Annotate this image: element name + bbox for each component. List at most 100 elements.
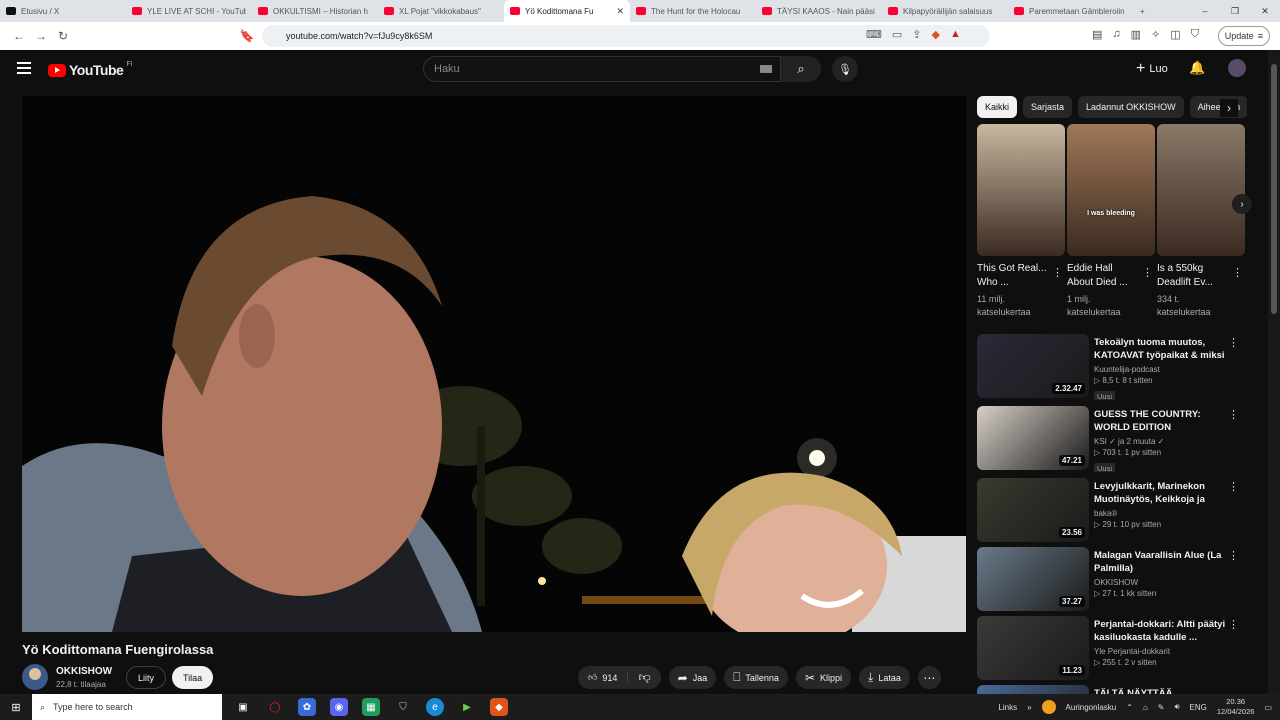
short-thumbnail[interactable] — [1157, 124, 1245, 256]
short-thumbnail[interactable] — [977, 124, 1065, 256]
share-button[interactable]: ➦ Jaa — [668, 666, 717, 689]
related-video[interactable]: 47.21 GUESS THE COUNTRY: WORLD EDITION K… — [977, 406, 1247, 472]
more-actions-button[interactable]: ⋯ — [917, 666, 941, 689]
edge-icon[interactable]: e — [426, 698, 444, 716]
language-indicator[interactable]: ENG — [1190, 703, 1207, 712]
minimize-icon[interactable]: – — [1190, 0, 1220, 22]
brave-shield-icon[interactable]: ◆ — [932, 28, 940, 41]
chevron-right-icon[interactable]: › — [1220, 99, 1238, 117]
filter-chip[interactable]: Kaikki — [977, 96, 1018, 118]
weather-label[interactable]: Auringonlasku — [1066, 703, 1117, 712]
related-video[interactable]: 23.56 Levyjulkkarit, Marinekon Muotinäyt… — [977, 478, 1247, 544]
save-button[interactable]: ⎕ Tallenna — [724, 666, 788, 689]
video-player[interactable] — [22, 96, 966, 632]
taskbar-search-input[interactable]: ⌕ Type here to search — [32, 694, 222, 720]
related-channel[interactable]: Yle Perjantai-dokkarit — [1094, 646, 1230, 657]
page-scrollbar[interactable] — [1268, 50, 1280, 694]
rewards-icon[interactable]: ▲ — [950, 28, 961, 41]
more-vert-icon[interactable]: ⋮ — [1052, 266, 1063, 279]
more-vert-icon[interactable]: ⋮ — [1228, 618, 1239, 631]
more-vert-icon[interactable]: ⋮ — [1228, 549, 1239, 562]
keyboard-icon[interactable] — [760, 65, 772, 73]
task-view-icon[interactable]: ▣ — [234, 698, 252, 716]
update-button[interactable]: Update ≡ — [1217, 26, 1270, 46]
video-thumbnail[interactable]: 37.27 — [977, 547, 1089, 611]
related-video[interactable]: 37.27 Malagan Vaarallisin Alue (La Palmi… — [977, 547, 1247, 613]
related-title[interactable]: GUESS THE COUNTRY: WORLD EDITION — [1094, 408, 1230, 434]
brave-icon[interactable]: ◆ — [490, 698, 508, 716]
short-thumbnail[interactable]: I was bleeding — [1067, 124, 1155, 256]
links-toolbar[interactable]: Links — [998, 703, 1017, 712]
scrollbar-thumb[interactable] — [1271, 64, 1277, 314]
subscribe-button[interactable]: Tilaa — [172, 666, 214, 689]
more-vert-icon[interactable]: ⋮ — [1228, 408, 1239, 421]
forward-icon[interactable]: → — [30, 29, 52, 43]
more-vert-icon[interactable]: ⋮ — [1228, 480, 1239, 493]
vpn-icon[interactable]: ⛉ — [1191, 28, 1199, 41]
related-channel[interactable]: KSI ✓ ja 2 muuta ✓ — [1094, 436, 1230, 447]
dislike-button[interactable]: 👎︎ — [628, 670, 660, 685]
filter-chip[interactable]: Aiheeseen — [1189, 96, 1247, 118]
browser-tab[interactable]: Yö Kodittomana Fu ✕ — [504, 0, 630, 22]
voice-search-button[interactable]: 🎙 — [832, 56, 858, 82]
translate-icon[interactable]: ⌨ — [866, 28, 882, 41]
sidebar-icon[interactable]: ▤ — [1092, 28, 1102, 41]
chevron-up-icon[interactable]: ⌃ — [1126, 703, 1133, 712]
video-thumbnail[interactable] — [977, 685, 1089, 694]
shorts-next-icon[interactable]: › — [1232, 194, 1252, 214]
hamburger-menu-icon[interactable] — [17, 62, 31, 74]
short-card[interactable]: I was bleeding Eddie Hall About Died ...… — [1067, 124, 1155, 319]
video-thumbnail[interactable]: 23.56 — [977, 478, 1089, 542]
short-title[interactable]: Is a 550kg Deadlift Ev... — [1157, 262, 1227, 290]
windows-start-icon[interactable]: ⊞ — [0, 694, 32, 720]
search-button[interactable]: ⌕ — [781, 56, 821, 82]
create-button[interactable]: + Luo — [1128, 56, 1176, 82]
more-vert-icon[interactable]: ⋮ — [1232, 266, 1243, 279]
video-thumbnail[interactable]: 2.32.47 — [977, 334, 1089, 398]
restore-icon[interactable]: ❐ — [1220, 0, 1250, 22]
channel-avatar[interactable] — [22, 664, 48, 690]
browser-tab[interactable]: Paremmetaan Gämbleroiin — [1008, 0, 1134, 22]
youtube-logo[interactable]: YouTube FI — [48, 61, 133, 78]
discord-icon[interactable]: ◉ — [330, 698, 348, 716]
related-title[interactable]: Malagan Vaarallisin Alue (La Palmilla) — [1094, 549, 1230, 575]
video-thumbnail[interactable]: 47.21 — [977, 406, 1089, 470]
volume-icon[interactable]: 🔊︎ — [1175, 702, 1180, 712]
cast-icon[interactable]: ▭ — [892, 28, 902, 41]
app-icon[interactable]: ▦ — [362, 698, 380, 716]
avatar[interactable] — [1228, 59, 1246, 77]
bell-icon[interactable]: 🔔 — [1189, 60, 1205, 76]
related-title[interactable]: TÄLTÄ NÄYTTÄÄ — [1094, 687, 1230, 694]
media-player-icon[interactable]: ▶ — [458, 698, 476, 716]
short-card[interactable]: Is a 550kg Deadlift Ev... 334 t. katselu… — [1157, 124, 1245, 319]
related-title[interactable]: Tekoälyn tuoma muutos, KATOAVAT työpaika… — [1094, 336, 1230, 362]
new-tab-button[interactable]: + — [1134, 0, 1158, 22]
browser-tab[interactable]: OKKULTISMI – Historian h — [252, 0, 378, 22]
related-video[interactable]: 2.32.47 Tekoälyn tuoma muutos, KATOAVAT … — [977, 334, 1247, 400]
browser-tab[interactable]: YLE LIVE AT SCHI - YouTube — [126, 0, 252, 22]
short-title[interactable]: This Got Real... Who ... — [977, 262, 1047, 290]
related-video[interactable]: TÄLTÄ NÄYTTÄÄ — [977, 685, 1247, 694]
bookmark-icon[interactable]: 🔖 — [236, 29, 258, 43]
related-channel[interactable]: Kuuntelija-podcast — [1094, 364, 1230, 375]
share-page-icon[interactable]: ⇪ — [912, 28, 921, 41]
join-button[interactable]: Liity — [126, 666, 167, 689]
music-icon[interactable]: ♫ — [1112, 28, 1120, 41]
notifications-icon[interactable]: ▭ — [1264, 703, 1272, 712]
browser-tab[interactable]: XL Pojat "vikkokabaus" — [378, 0, 504, 22]
extensions-icon[interactable]: ✧ — [1151, 28, 1160, 41]
download-button[interactable]: ⤓ Lataa — [859, 666, 910, 689]
wallet-icon[interactable]: ◫ — [1170, 28, 1180, 41]
clock[interactable]: 20.36 12/04/2026 — [1217, 697, 1255, 717]
browser-tab[interactable]: TÄYSI KAAOS - Nain pääsi — [756, 0, 882, 22]
search-input[interactable]: Haku — [423, 56, 781, 82]
close-tab-icon[interactable]: ✕ — [616, 6, 624, 17]
filter-chip[interactable]: Ladannut OKKISHOW — [1078, 96, 1184, 118]
more-vert-icon[interactable]: ⋮ — [1228, 336, 1239, 349]
related-title[interactable]: Levyjulkkarit, Marinekon Muotinäytös, Ke… — [1094, 480, 1230, 506]
chevron-right-icon[interactable]: » — [1027, 703, 1031, 712]
related-video[interactable]: 11.23 Perjantai-dokkari: Altti päätyi ka… — [977, 616, 1247, 682]
related-title[interactable]: Perjantai-dokkari: Altti päätyi kasiluok… — [1094, 618, 1230, 644]
opera-icon[interactable]: ◯ — [266, 698, 284, 716]
pen-icon[interactable]: ✎ — [1158, 703, 1165, 712]
